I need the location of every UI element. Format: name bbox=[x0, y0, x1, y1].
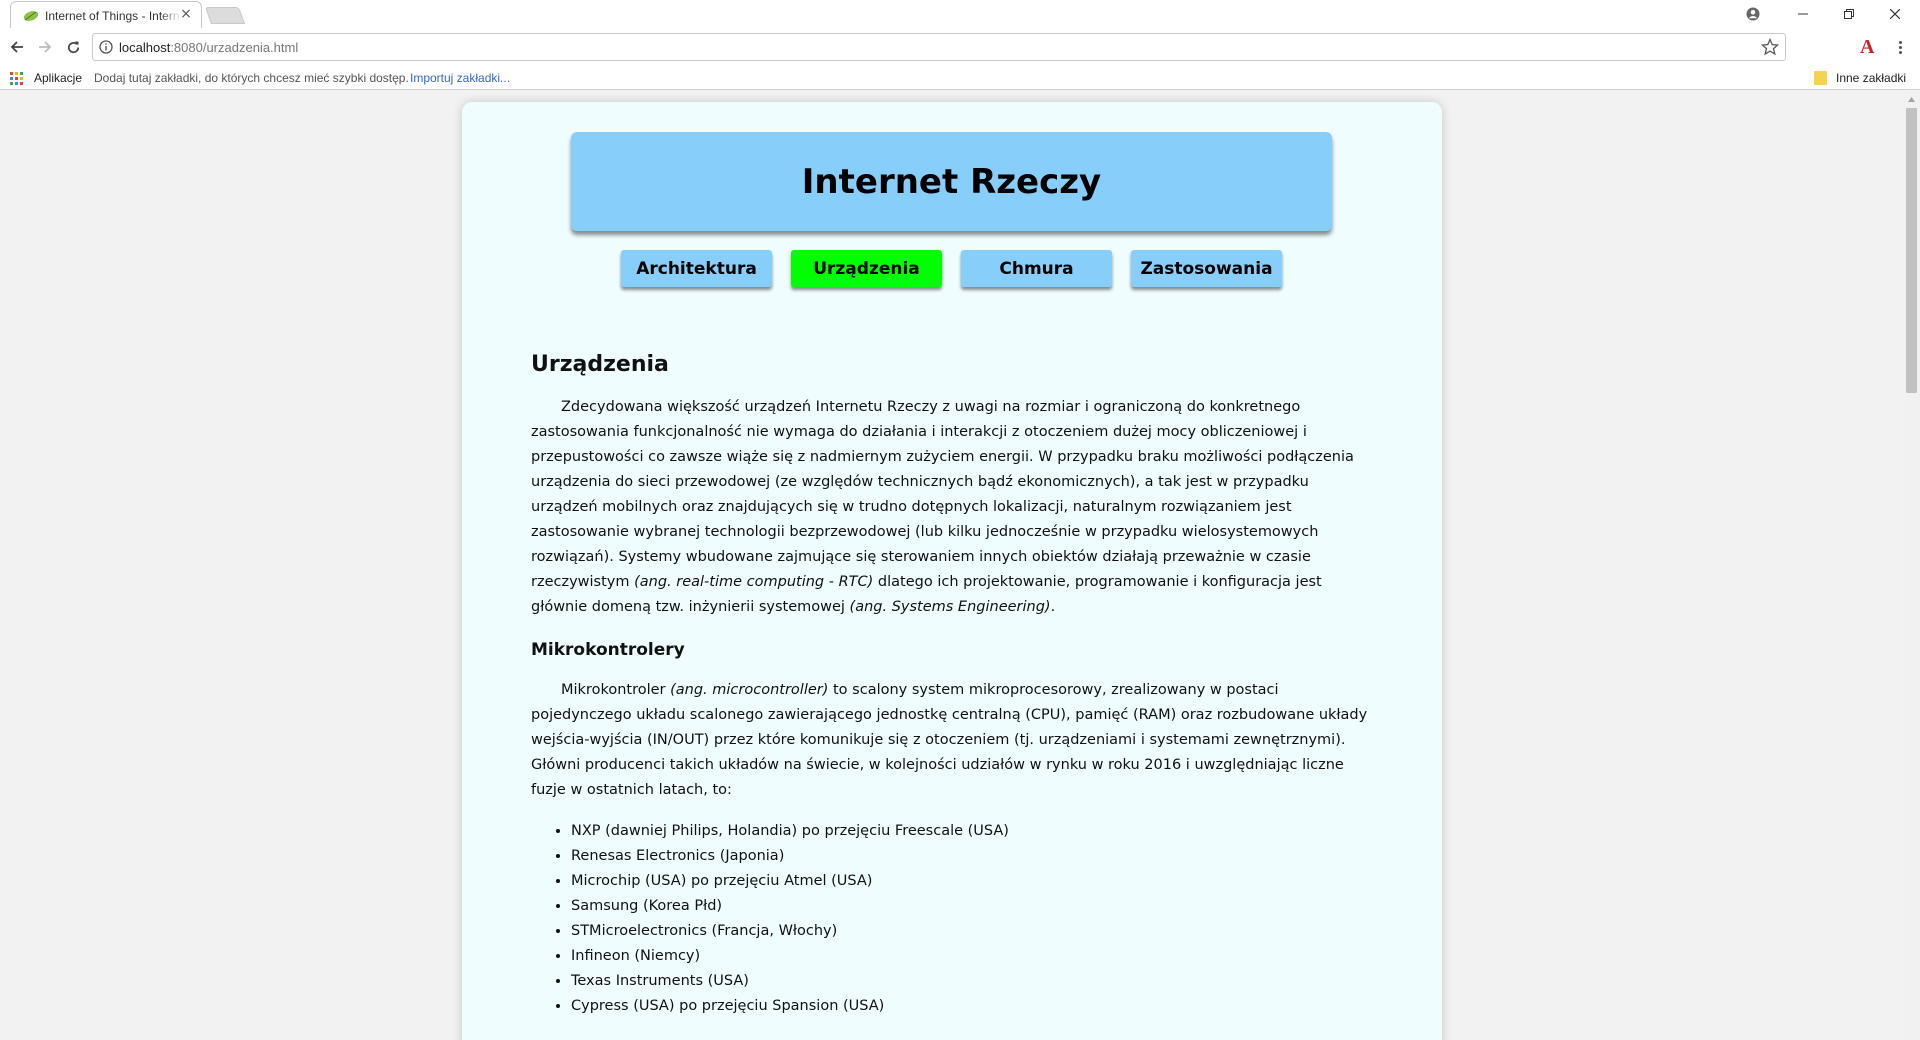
intro-text-3: . bbox=[1050, 599, 1056, 615]
close-tab-icon[interactable]: × bbox=[179, 7, 193, 21]
micro-text-1: Mikrokontroler bbox=[561, 682, 666, 698]
url-host: localhost bbox=[119, 40, 171, 55]
microcontroller-paragraph: Mikrokontroler (ang. microcontroller) to… bbox=[531, 678, 1371, 803]
list-item: Texas Instruments (USA) bbox=[571, 969, 1371, 994]
list-item: NXP (dawniej Philips, Holandia) po przej… bbox=[571, 819, 1371, 844]
address-bar[interactable]: localhost:8080/urzadzenia.html bbox=[92, 33, 1786, 61]
leaf-favicon-icon bbox=[23, 11, 39, 21]
bookmark-star-icon[interactable] bbox=[1761, 38, 1779, 56]
section-title: Urządzenia bbox=[531, 352, 669, 377]
micro-text-2: to scalony system mikroprocesorowy, zrea… bbox=[531, 682, 1368, 798]
kebab-menu-icon[interactable] bbox=[1890, 36, 1910, 58]
nav-zastosowania[interactable]: Zastosowania bbox=[1131, 250, 1282, 287]
acrobat-extension-icon[interactable]: A bbox=[1860, 36, 1880, 58]
subsection-title: Mikrokontrolery bbox=[531, 640, 685, 660]
bookmarks-hint: Dodaj tutaj zakładki, do których chcesz … bbox=[94, 71, 409, 85]
intro-em-2: (ang. Systems Engineering) bbox=[849, 599, 1051, 615]
intro-paragraph: Zdecydowana większość urządzeń Internetu… bbox=[531, 395, 1371, 620]
site-title: Internet Rzeczy bbox=[801, 161, 1102, 202]
other-bookmarks-link[interactable]: Inne zakładki bbox=[1836, 71, 1906, 85]
list-item: Samsung (Korea Płd) bbox=[571, 894, 1371, 919]
apps-grid-icon[interactable] bbox=[10, 72, 23, 85]
manufacturer-list: NXP (dawniej Philips, Holandia) po przej… bbox=[571, 819, 1371, 1019]
apps-link[interactable]: Aplikacje bbox=[34, 71, 82, 85]
url-path: :8080/urzadzenia.html bbox=[170, 40, 299, 55]
url-text[interactable]: localhost:8080/urzadzenia.html bbox=[119, 40, 298, 55]
scrollbar-thumb[interactable] bbox=[1906, 108, 1917, 393]
intro-em-1: (ang. real-time computing - RTC) bbox=[634, 574, 874, 590]
main-content: Urządzenia Zdecydowana większość urządze… bbox=[531, 352, 1371, 1019]
close-window-icon[interactable] bbox=[1872, 0, 1918, 28]
list-item: Renesas Electronics (Japonia) bbox=[571, 844, 1371, 869]
new-tab-button[interactable] bbox=[204, 7, 246, 24]
page-viewport: Internet Rzeczy Architektura Urządzenia … bbox=[0, 91, 1920, 1040]
site-header: Internet Rzeczy bbox=[571, 132, 1332, 231]
profile-icon[interactable] bbox=[1730, 0, 1776, 28]
page-container: Internet Rzeczy Architektura Urządzenia … bbox=[462, 102, 1442, 1040]
browser-tab[interactable]: Internet of Things - Internet Rzeczy × bbox=[10, 1, 202, 28]
bookmarks-bar: Aplikacje Dodaj tutaj zakładki, do który… bbox=[0, 66, 1920, 90]
restore-icon[interactable] bbox=[1826, 0, 1872, 28]
nav-architektura[interactable]: Architektura bbox=[621, 250, 772, 287]
scroll-up-icon[interactable] bbox=[1903, 91, 1920, 108]
nav-chmura[interactable]: Chmura bbox=[961, 250, 1112, 287]
tab-title: Internet of Things - Internet Rzeczy bbox=[45, 9, 181, 23]
reload-icon[interactable] bbox=[61, 35, 85, 59]
list-item: STMicroelectronics (Francja, Włochy) bbox=[571, 919, 1371, 944]
forward-arrow-icon[interactable] bbox=[33, 35, 57, 59]
minimize-icon[interactable] bbox=[1780, 0, 1826, 28]
import-bookmarks-link[interactable]: Importuj zakładki... bbox=[410, 71, 510, 85]
title-bar: Internet of Things - Internet Rzeczy × bbox=[0, 0, 1920, 28]
info-icon[interactable] bbox=[99, 40, 113, 54]
browser-toolbar: localhost:8080/urzadzenia.html A bbox=[0, 28, 1920, 66]
micro-em-1: (ang. microcontroller) bbox=[670, 682, 829, 698]
nav-urzadzenia[interactable]: Urządzenia bbox=[791, 250, 942, 287]
main-nav: Architektura Urządzenia Chmura Zastosowa… bbox=[462, 250, 1442, 290]
folder-icon bbox=[1814, 71, 1827, 85]
list-item: Cypress (USA) po przejęciu Spansion (USA… bbox=[571, 994, 1371, 1019]
back-arrow-icon[interactable] bbox=[5, 35, 29, 59]
list-item: Microchip (USA) po przejęciu Atmel (USA) bbox=[571, 869, 1371, 894]
list-item: Infineon (Niemcy) bbox=[571, 944, 1371, 969]
intro-text-1: Zdecydowana większość urządzeń Internetu… bbox=[531, 399, 1354, 590]
vertical-scrollbar[interactable] bbox=[1903, 91, 1920, 1040]
